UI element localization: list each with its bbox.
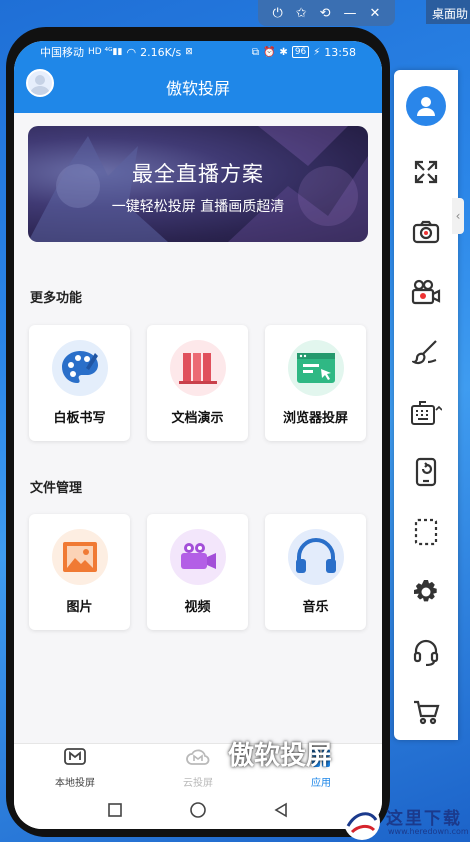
site-logo-icon: [344, 804, 380, 840]
minimize-button[interactable]: —: [344, 7, 357, 20]
fullscreen-icon[interactable]: [394, 152, 458, 192]
camera-icon[interactable]: [394, 212, 458, 252]
feature-card-whiteboard[interactable]: 白板书写: [29, 325, 130, 441]
carrier-label: 中国移动: [40, 46, 84, 59]
wifi-icon: ◠: [126, 45, 137, 59]
net-speed: 2.16K/s: [140, 45, 182, 59]
browser-icon: [287, 339, 345, 397]
nav-label: 应用: [311, 778, 331, 789]
toolbar-user-button[interactable]: [394, 86, 458, 126]
notification-icon: ⊠: [185, 47, 193, 57]
desktop-helper-label: 桌面助: [426, 0, 470, 24]
video-record-icon[interactable]: [394, 272, 458, 312]
feature-card-document[interactable]: 文档演示: [147, 325, 248, 441]
cart-icon[interactable]: [394, 692, 458, 732]
history-icon[interactable]: ⟲: [320, 7, 331, 20]
home-button[interactable]: [189, 801, 207, 823]
phone-screen: 中国移动 HD ⁴ᴳ▮▮ ◠ 2.16K/s ⊠ ⧉ ⏰ ✱ 96 ⚡ 13:5…: [14, 41, 382, 829]
user-icon: [406, 86, 446, 126]
video-camera-icon: [169, 528, 227, 586]
alarm-icon: ⏰: [262, 46, 276, 58]
site-name: 这里下载: [386, 809, 462, 829]
power-icon[interactable]: ⏻: [272, 7, 282, 20]
status-bar: 中国移动 HD ⁴ᴳ▮▮ ◠ 2.16K/s ⊠ ⧉ ⏰ ✱ 96 ⚡ 13:5…: [14, 41, 382, 63]
cast-icon: ⧉: [251, 46, 259, 58]
file-label: 图片: [66, 600, 93, 615]
brush-icon[interactable]: [394, 332, 458, 372]
back-button[interactable]: [273, 802, 289, 822]
feature-label: 文档演示: [171, 411, 224, 426]
section-title-more-features: 更多功能: [30, 291, 83, 306]
file-label: 视频: [184, 600, 211, 615]
nav-item-local-cast[interactable]: 本地投屏: [30, 748, 120, 792]
local-cast-icon: [64, 748, 86, 765]
battery-icon: 96: [291, 46, 310, 58]
banner-subtitle: 一键轻松投屏 直播画质超清: [111, 199, 285, 215]
cloud-cast-icon: [186, 749, 210, 765]
bluetooth-icon: ✱: [279, 46, 288, 58]
phone-frame: 中国移动 HD ⁴ᴳ▮▮ ◠ 2.16K/s ⊠ ⧉ ⏰ ✱ 96 ⚡ 13:5…: [6, 27, 390, 837]
headphones-icon: [287, 528, 345, 586]
promo-banner[interactable]: 最全直播方案 一键轻松投屏 直播画质超清: [28, 126, 368, 242]
site-url: www.heredown.com: [388, 827, 469, 836]
signal-icon: HD ⁴ᴳ▮▮: [88, 47, 123, 57]
settings-icon[interactable]: [394, 572, 458, 612]
palette-icon: [51, 339, 109, 397]
site-logo: 这里下载 www.heredown.com: [340, 800, 470, 842]
phone-rotate-icon[interactable]: [394, 452, 458, 492]
side-toolbar: ‹: [394, 70, 464, 740]
image-icon: [51, 528, 109, 586]
document-icon: [169, 339, 227, 397]
feature-card-browser-cast[interactable]: 浏览器投屏: [265, 325, 366, 441]
keyboard-icon[interactable]: [394, 392, 458, 432]
video-watermark: 傲软投屏: [228, 741, 333, 771]
file-card-videos[interactable]: 视频: [147, 514, 248, 630]
file-label: 音乐: [302, 600, 329, 615]
section-title-file-management: 文件管理: [30, 481, 83, 496]
clock: 13:58: [324, 45, 356, 59]
banner-title: 最全直播方案: [132, 162, 264, 186]
pin-icon[interactable]: ✩: [296, 7, 307, 20]
window-control-bar: ⏻ ✩ ⟲ — ✕: [258, 0, 395, 26]
nav-label: 云投屏: [183, 778, 213, 789]
app-title: 傲软投屏: [165, 79, 230, 98]
feature-label: 白板书写: [53, 411, 106, 426]
system-nav-bar: [14, 791, 382, 829]
close-button[interactable]: ✕: [370, 7, 381, 20]
nav-label: 本地投屏: [55, 778, 95, 789]
crop-icon[interactable]: [394, 512, 458, 552]
feature-label: 浏览器投屏: [282, 411, 348, 426]
file-card-music[interactable]: 音乐: [265, 514, 366, 630]
app-header: 中国移动 HD ⁴ᴳ▮▮ ◠ 2.16K/s ⊠ ⧉ ⏰ ✱ 96 ⚡ 13:5…: [14, 41, 382, 113]
recent-apps-button[interactable]: [107, 802, 123, 822]
file-card-images[interactable]: 图片: [29, 514, 130, 630]
charging-icon: ⚡: [313, 46, 321, 58]
headset-icon[interactable]: [394, 632, 458, 672]
